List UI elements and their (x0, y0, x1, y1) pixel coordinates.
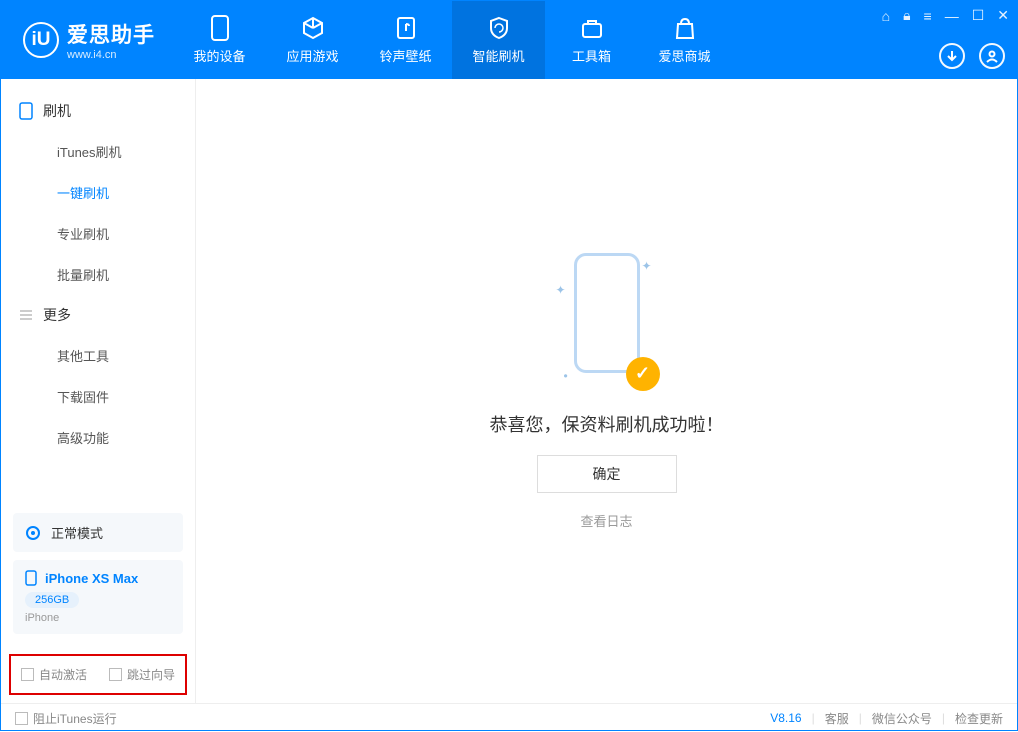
device-mode-status[interactable]: 正常模式 (13, 513, 183, 552)
sidebar-item-pro-flash[interactable]: 专业刷机 (1, 213, 195, 254)
header: iU 爱思助手 www.i4.cn 我的设备 应用游戏 铃声壁纸 智能刷机 工具… (1, 1, 1017, 79)
app-logo: iU 爱思助手 www.i4.cn (1, 1, 173, 79)
download-button[interactable] (939, 43, 965, 69)
list-icon (19, 308, 33, 322)
link-support[interactable]: 客服 (825, 710, 849, 727)
toolbox-icon (580, 16, 604, 40)
user-button[interactable] (979, 43, 1005, 69)
options-highlighted-box: 自动激活 跳过向导 (9, 654, 187, 695)
success-message: 恭喜您，保资料刷机成功啦！ (490, 411, 724, 437)
checkbox-skip-wizard[interactable]: 跳过向导 (109, 666, 175, 683)
status-dot-icon (25, 525, 41, 541)
capacity-badge: 256GB (25, 592, 79, 608)
view-log-link[interactable]: 查看日志 (580, 511, 632, 530)
device-icon (25, 570, 37, 586)
app-url: www.i4.cn (67, 49, 155, 61)
tab-ringtone-wallpaper[interactable]: 铃声壁纸 (359, 1, 452, 79)
shirt-icon[interactable]: ⌂ (882, 8, 890, 24)
sidebar-item-batch-flash[interactable]: 批量刷机 (1, 254, 195, 295)
logo-icon: iU (23, 22, 59, 58)
sidebar-item-oneclick-flash[interactable]: 一键刷机 (1, 172, 195, 213)
main-tabs: 我的设备 应用游戏 铃声壁纸 智能刷机 工具箱 爱思商城 (173, 1, 731, 79)
header-actions (939, 43, 1005, 69)
version-label: V8.16 (770, 711, 801, 725)
phone-outline-icon (19, 102, 33, 120)
device-type-label: iPhone (25, 612, 171, 624)
refresh-shield-icon (487, 16, 511, 40)
music-file-icon (394, 16, 418, 40)
link-wechat[interactable]: 微信公众号 (872, 710, 932, 727)
menu-icon[interactable]: ≡ (924, 8, 932, 24)
checkbox-auto-activate[interactable]: 自动激活 (21, 666, 87, 683)
checkbox-block-itunes[interactable]: 阻止iTunes运行 (15, 710, 117, 727)
maximize-button[interactable]: ☐ (972, 7, 985, 24)
minimize-button[interactable]: — (945, 8, 959, 24)
window-controls-top: ⌂ 🔒︎ ≡ — ☐ ✕ (882, 7, 1009, 24)
sidebar-item-advanced[interactable]: 高级功能 (1, 417, 195, 458)
sidebar-group-flash: 刷机 (1, 91, 195, 131)
tab-store[interactable]: 爱思商城 (638, 1, 731, 79)
sidebar-item-itunes-flash[interactable]: iTunes刷机 (1, 131, 195, 172)
close-button[interactable]: ✕ (997, 7, 1009, 24)
sparkle-icon: ✦ (556, 283, 566, 297)
app-name: 爱思助手 (67, 19, 155, 49)
lock-icon[interactable]: 🔒︎ (903, 7, 910, 24)
link-check-update[interactable]: 检查更新 (955, 710, 1003, 727)
tab-apps-games[interactable]: 应用游戏 (266, 1, 359, 79)
tab-smart-flash[interactable]: 智能刷机 (452, 1, 545, 79)
sidebar-item-other-tools[interactable]: 其他工具 (1, 335, 195, 376)
tab-my-device[interactable]: 我的设备 (173, 1, 266, 79)
status-bar: 阻止iTunes运行 V8.16 | 客服 | 微信公众号 | 检查更新 (1, 703, 1017, 732)
success-illustration: ✦ ✦ • ✓ (552, 253, 662, 393)
check-badge-icon: ✓ (626, 357, 660, 391)
bag-icon (673, 16, 697, 40)
main-content: ✦ ✦ • ✓ 恭喜您，保资料刷机成功啦！ 确定 查看日志 (196, 79, 1017, 703)
device-info-card[interactable]: iPhone XS Max 256GB iPhone (13, 560, 183, 634)
phone-icon (208, 16, 232, 40)
sidebar: 刷机 iTunes刷机 一键刷机 专业刷机 批量刷机 更多 其他工具 下载固件 … (1, 79, 196, 703)
sparkle-icon: • (564, 369, 568, 383)
sidebar-item-download-firmware[interactable]: 下载固件 (1, 376, 195, 417)
ok-button[interactable]: 确定 (537, 455, 677, 493)
sparkle-icon: ✦ (641, 259, 651, 273)
sidebar-group-more: 更多 (1, 295, 195, 335)
tab-toolbox[interactable]: 工具箱 (545, 1, 638, 79)
cube-icon (301, 16, 325, 40)
